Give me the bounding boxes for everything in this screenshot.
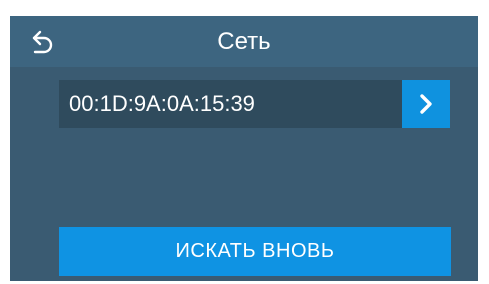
back-arrow-icon [32, 30, 53, 54]
open-device-button[interactable] [402, 80, 450, 128]
network-screen: Сеть 00:1D:9A:0A:15:39 ИСКАТЬ ВНОВЬ [10, 16, 478, 281]
header-bar: Сеть [10, 16, 478, 67]
chevron-right-icon [420, 94, 432, 114]
search-again-button[interactable]: ИСКАТЬ ВНОВЬ [59, 227, 451, 276]
device-mac-address: 00:1D:9A:0A:15:39 [69, 91, 255, 116]
page-title: Сеть [217, 28, 271, 55]
device-list-item[interactable]: 00:1D:9A:0A:15:39 [59, 80, 450, 128]
back-button[interactable] [28, 27, 58, 57]
